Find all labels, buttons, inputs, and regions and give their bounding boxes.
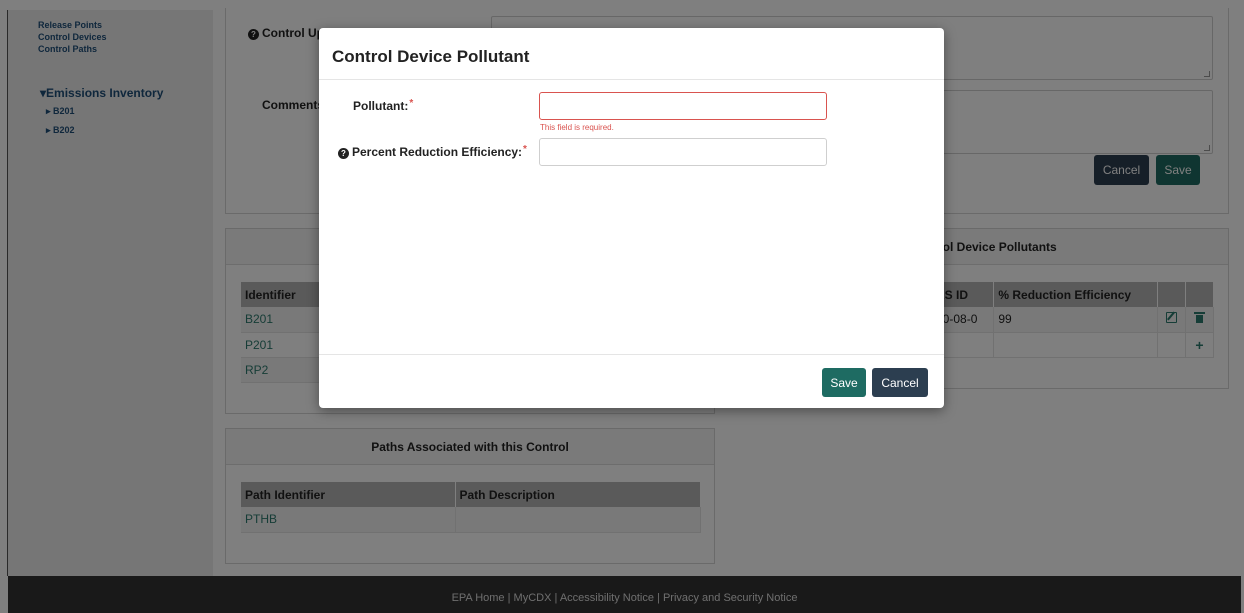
modal-title: Control Device Pollutant [332, 47, 530, 66]
help-icon[interactable]: ? [338, 148, 349, 159]
modal-save-button[interactable]: Save [822, 368, 866, 397]
pollutant-error: This field is required. [540, 123, 614, 132]
required-marker: * [409, 98, 414, 109]
pollutant-label-wrap: Pollutant:* [353, 98, 413, 113]
modal-header: Control Device Pollutant [319, 28, 944, 80]
control-device-pollutant-modal: Control Device Pollutant Pollutant:* Thi… [319, 28, 944, 408]
modal-cancel-button[interactable]: Cancel [872, 368, 928, 397]
pollutant-label: Pollutant: [353, 99, 409, 113]
efficiency-label: Percent Reduction Efficiency: [352, 145, 523, 159]
pollutant-input[interactable] [539, 92, 827, 120]
efficiency-label-wrap: ? Percent Reduction Efficiency:* [338, 144, 527, 159]
efficiency-input[interactable] [539, 138, 827, 166]
required-marker: * [523, 144, 527, 155]
modal-footer: Save Cancel [319, 354, 944, 408]
